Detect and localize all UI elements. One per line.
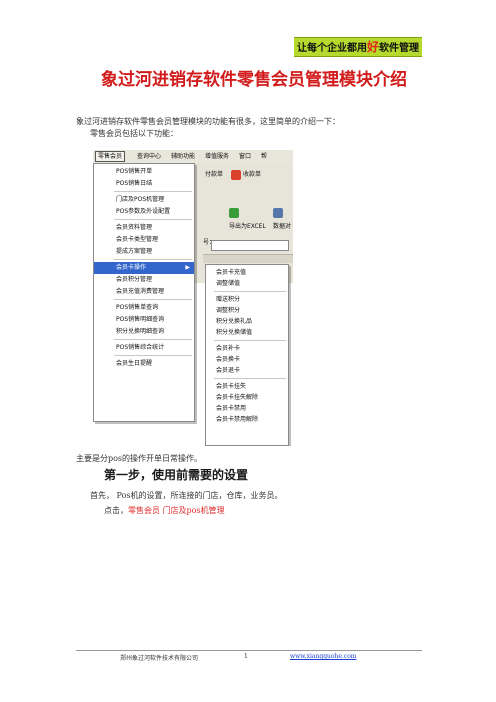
menu-separator <box>114 299 192 300</box>
footer-page-number: 1 <box>244 653 248 660</box>
first-paragraph: 首先， Pos机的设置，所连接的门店，仓库，业务员。 <box>90 491 283 500</box>
menu-item-birthday[interactable]: 会员生日提醒 <box>94 358 194 370</box>
menu-item-pos-detail[interactable]: POS销售明细查询 <box>94 314 194 326</box>
data-icon <box>273 207 283 218</box>
menu-separator <box>114 219 192 220</box>
after-screenshot-text: 主要是分pos的操作开单日常操作。 <box>76 454 203 463</box>
footer-url-link[interactable]: www.xiangguohe.com <box>290 653 357 660</box>
menu-item-card-ops[interactable]: 会员卡操作 ▶ <box>94 262 194 274</box>
data-label: 数据对 <box>273 223 292 230</box>
member-dropdown-menu: POS销售开单 POS销售日结 门店及POS机管理 POS参数及外设配置 会员资… <box>93 163 195 422</box>
menu-item-pos-query[interactable]: POS销售单查询 <box>94 302 194 314</box>
export-label: 导出为EXCEL <box>229 223 266 230</box>
toolbar-data-button[interactable]: 数据对 <box>273 206 291 230</box>
menu-separator <box>114 339 192 340</box>
submenu-item-redeem-gift[interactable]: 积分兑换礼品 <box>206 316 288 327</box>
menu-item-recharge[interactable]: 会员充值消费管理 <box>94 286 194 298</box>
menubar-item-member[interactable]: 零售会员 <box>95 151 126 162</box>
banner-text-post: 软件管理 <box>379 43 419 54</box>
click-path: 零售会员 门店及pos机管理 <box>128 506 225 515</box>
submenu-separator <box>214 291 286 292</box>
click-path-paragraph: 点击，零售会员 门店及pos机管理 <box>104 505 225 516</box>
menu-bar: 零售会员 查询中心 辅助功能 增值服务 窗口 帮 <box>93 150 293 164</box>
submenu-item-return-card[interactable]: 会员退卡 <box>206 365 288 376</box>
page-footer: 郑州象过河软件技术有限公司 1 www.xiangguohe.com <box>120 653 370 663</box>
intro-paragraph: 象过河进销存软件零售会员管理模块的功能有很多，这里简单的介绍一下： <box>76 117 340 126</box>
excel-icon <box>229 207 239 218</box>
submenu-arrow-icon: ▶ <box>185 264 190 271</box>
menu-separator <box>114 355 192 356</box>
click-label: 点击， <box>104 506 128 515</box>
menu-item-pos-billing[interactable]: POS销售开单 <box>94 166 194 178</box>
submenu-item-adjust-points[interactable]: 调整积分 <box>206 305 288 316</box>
document-title: 象过河进销存软件零售会员管理模块介绍 <box>101 70 407 90</box>
menu-screenshot: 零售会员 查询中心 辅助功能 增值服务 窗口 帮 付款单 收款单 导出为EXCE… <box>93 150 293 446</box>
menu-item-card-type[interactable]: 会员卡类型管理 <box>94 234 194 246</box>
menu-item-pos-params[interactable]: POS参数及外设配置 <box>94 206 194 218</box>
submenu-item-recharge[interactable]: 会员卡充值 <box>206 267 288 278</box>
menubar-item-window[interactable]: 窗口 <box>239 152 251 161</box>
receipt-icon <box>231 169 241 180</box>
menu-item-commission[interactable]: 提成方案管理 <box>94 246 194 258</box>
submenu-item-gift-points[interactable]: 赠送积分 <box>206 294 288 305</box>
menu-item-pos-stats[interactable]: POS销售综合统计 <box>94 342 194 354</box>
submenu-item-report-loss[interactable]: 会员卡挂失 <box>206 381 288 392</box>
receipt-label: 收款单 <box>243 171 262 178</box>
menu-item-store-pos[interactable]: 门店及POS机管理 <box>94 194 194 206</box>
card-ops-submenu: 会员卡充值 调整储值 赠送积分 调整积分 积分兑换礼品 积分兑换储值 会员补卡 … <box>205 264 289 446</box>
intro-paragraph-2: 零售会员包括以下功能： <box>90 129 178 138</box>
menubar-item-aux[interactable]: 辅助功能 <box>171 152 195 161</box>
menu-separator <box>114 191 192 192</box>
footer-company: 郑州象过河软件技术有限公司 <box>120 655 199 662</box>
submenu-separator <box>214 378 286 379</box>
submenu-item-enable-card[interactable]: 会员卡禁用解除 <box>206 414 288 425</box>
submenu-item-redeem-balance[interactable]: 积分兑换储值 <box>206 327 288 338</box>
card-ops-label: 会员卡操作 <box>116 264 147 271</box>
payment-label: 付款单 <box>205 171 224 178</box>
footer-rule <box>76 650 422 651</box>
toolbar-receipt-button[interactable]: 收款单 <box>231 168 261 182</box>
banner-text-highlight: 好 <box>366 40 379 54</box>
grid-header <box>203 254 293 263</box>
submenu-item-replace-card[interactable]: 会员换卡 <box>206 354 288 365</box>
submenu-item-disable-card[interactable]: 会员卡禁用 <box>206 403 288 414</box>
toolbar-export-button[interactable]: 导出为EXCEL <box>229 206 266 230</box>
submenu-separator <box>214 340 286 341</box>
step-heading: 第一步，使用前需要的设置 <box>104 468 249 482</box>
menubar-item-query[interactable]: 查询中心 <box>137 152 161 161</box>
menu-item-points-detail[interactable]: 积分兑换明细查询 <box>94 326 194 338</box>
slogan-banner: 让每个企业都用好软件管理 <box>294 37 422 57</box>
menu-separator <box>114 259 192 260</box>
menu-item-member-profile[interactable]: 会员资料管理 <box>94 222 194 234</box>
submenu-item-cancel-loss[interactable]: 会员卡挂失解除 <box>206 392 288 403</box>
menu-item-points[interactable]: 会员积分管理 <box>94 274 194 286</box>
banner-text-pre: 让每个企业都用 <box>296 43 367 54</box>
menubar-item-help[interactable]: 帮 <box>261 152 267 161</box>
submenu-item-adjust-balance[interactable]: 调整储值 <box>206 278 288 289</box>
toolbar-payment-button[interactable]: 付款单 <box>205 168 223 182</box>
search-field[interactable] <box>211 240 289 251</box>
submenu-item-reissue-card[interactable]: 会员补卡 <box>206 343 288 354</box>
menubar-item-value[interactable]: 增值服务 <box>205 152 229 161</box>
menu-item-pos-daily[interactable]: POS销售日结 <box>94 178 194 190</box>
